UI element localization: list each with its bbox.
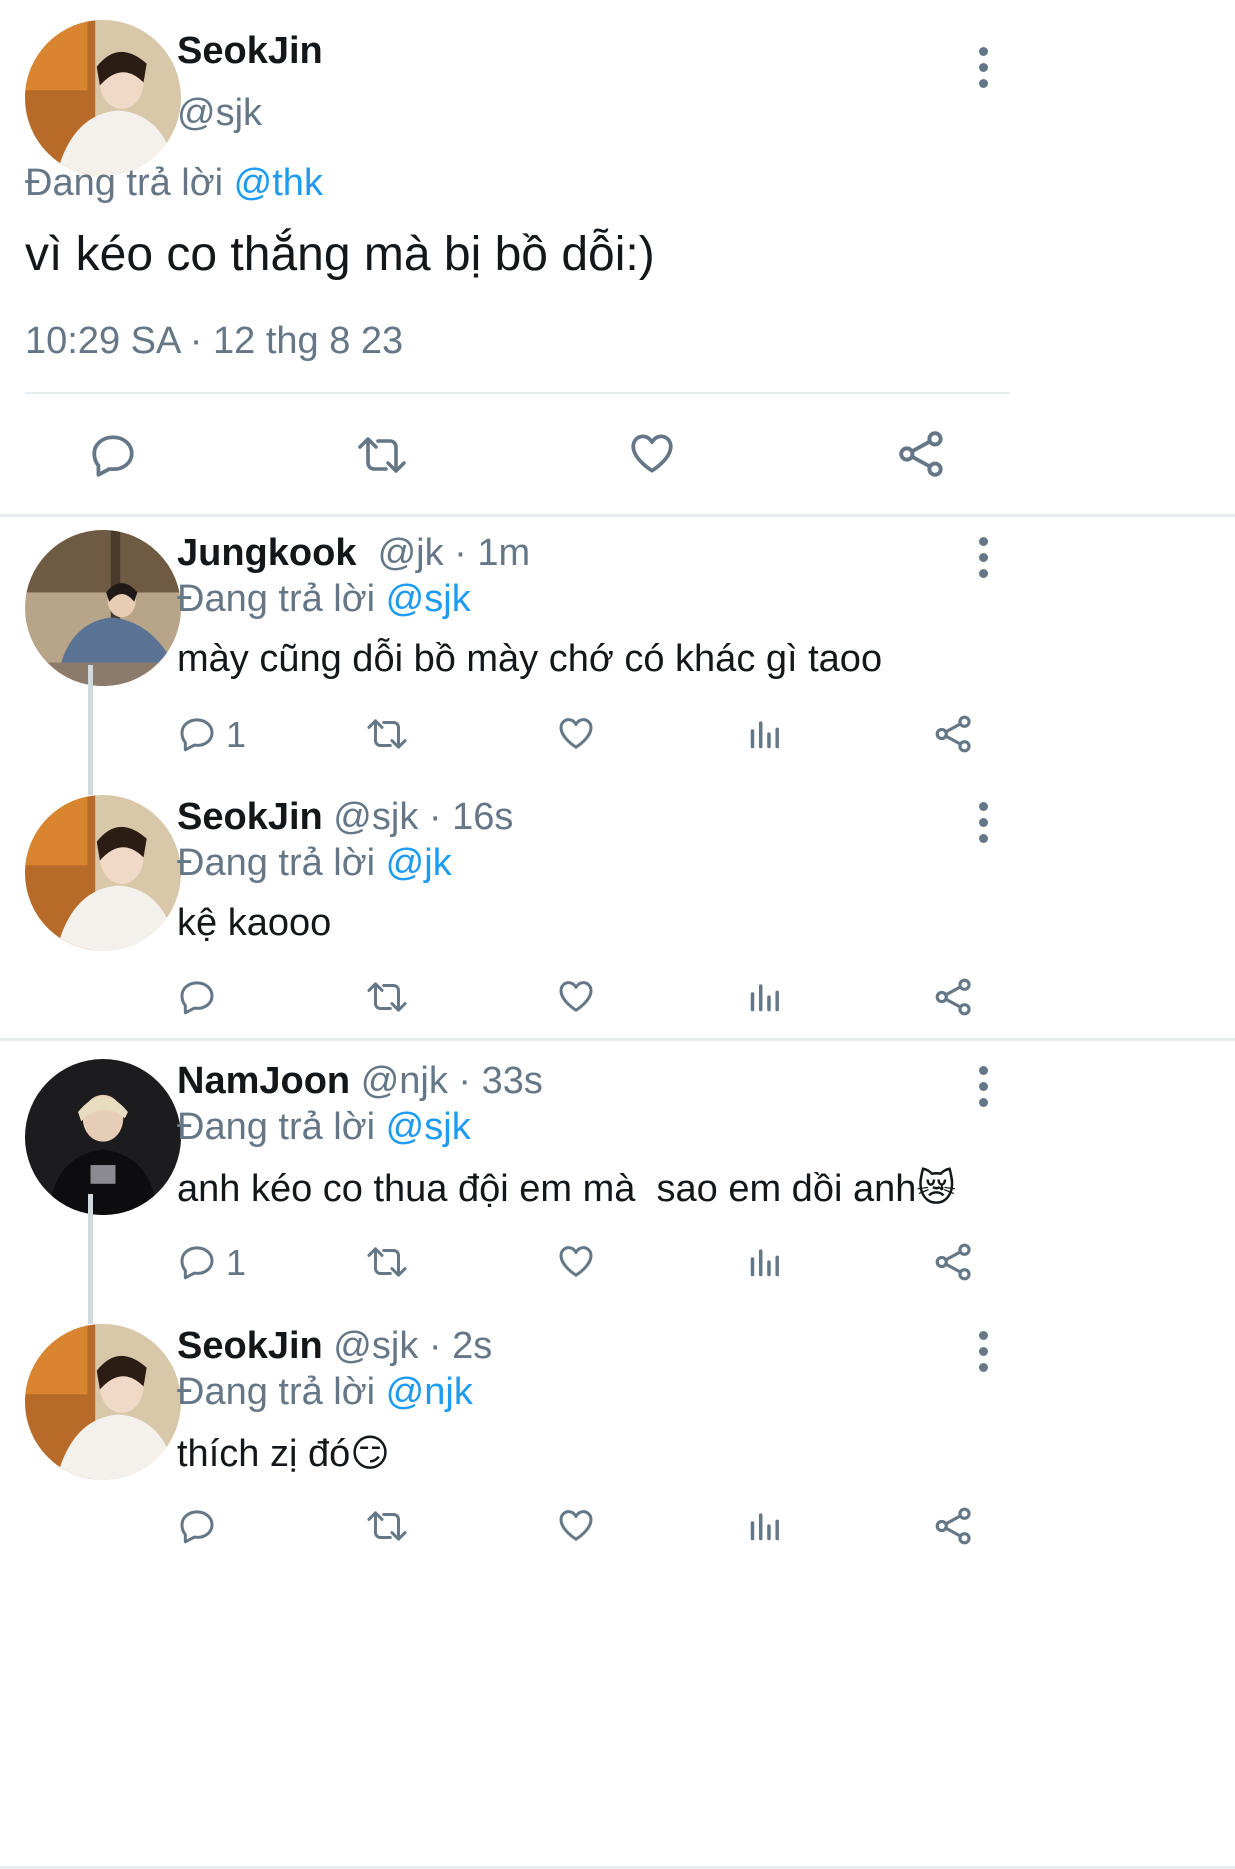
replying-to-handle[interactable]: @jk xyxy=(386,842,452,884)
smirk-emoji: 😏 xyxy=(350,1433,390,1475)
retweet-icon[interactable] xyxy=(364,977,410,1017)
like-icon[interactable] xyxy=(626,428,678,478)
reply-header: SeokJin @sjk · 16s xyxy=(177,796,513,839)
reply-count: 1 xyxy=(226,714,247,755)
author-meta[interactable]: @sjk · 2s xyxy=(333,1325,492,1367)
section-divider xyxy=(0,514,1235,517)
reply-header: NamJoon @njk · 33s xyxy=(177,1060,543,1103)
tweet-text: mày cũng dỗi bồ mày chớ có khác gì taoo xyxy=(177,638,883,680)
replying-to: Đang trả lời @thk xyxy=(25,162,323,205)
avatar[interactable] xyxy=(25,795,181,951)
replying-to-handle[interactable]: @sjk xyxy=(386,1106,471,1148)
replying-to-label: Đang trả lời xyxy=(177,1106,376,1148)
divider xyxy=(25,392,1010,394)
author-name[interactable]: NamJoon xyxy=(177,1060,350,1102)
tweet-text: kệ kaooo xyxy=(177,902,332,944)
more-options-icon[interactable] xyxy=(976,1331,990,1372)
tweet-text-content: anh kéo co thua đội em mà sao em dồi anh xyxy=(177,1168,917,1210)
views-icon[interactable] xyxy=(746,1506,784,1546)
author-name[interactable]: SeokJin xyxy=(177,1325,323,1367)
reply-icon[interactable] xyxy=(177,1506,217,1546)
replying-to-label: Đang trả lời xyxy=(177,842,376,884)
views-icon[interactable] xyxy=(746,714,784,754)
reply-icon[interactable] xyxy=(177,1242,217,1282)
author-name[interactable]: Jungkook xyxy=(177,532,356,574)
reply-icon[interactable] xyxy=(88,430,138,480)
retweet-icon[interactable] xyxy=(364,1242,410,1282)
tweet-text-content: thích zị đó xyxy=(177,1433,351,1475)
reply-icon[interactable] xyxy=(177,714,217,754)
reply-count: 1 xyxy=(226,1242,247,1283)
replying-to-handle[interactable]: @sjk xyxy=(386,578,471,620)
tweet-timestamp[interactable]: 10:29 SA · 12 thg 8 23 xyxy=(25,320,403,363)
author-handle[interactable]: @sjk xyxy=(177,92,262,135)
author-name[interactable]: SeokJin xyxy=(177,30,323,73)
replying-to: Đang trả lời @sjk xyxy=(177,1106,471,1149)
tweet-text: thích zị đó😏 xyxy=(177,1431,390,1476)
avatar[interactable] xyxy=(25,1059,181,1215)
crying-cat-emoji: 😿 xyxy=(916,1168,956,1210)
replying-to-handle[interactable]: @thk xyxy=(234,162,323,204)
avatar[interactable] xyxy=(25,1324,181,1480)
share-icon[interactable] xyxy=(933,1241,975,1283)
share-icon[interactable] xyxy=(896,428,948,480)
replying-to: Đang trả lời @sjk xyxy=(177,578,471,621)
author-meta[interactable]: @njk · 33s xyxy=(361,1060,543,1102)
like-icon[interactable] xyxy=(555,1505,597,1545)
replying-to-handle[interactable]: @njk xyxy=(386,1371,473,1413)
more-options-icon[interactable] xyxy=(976,802,990,843)
more-options-icon[interactable] xyxy=(976,1066,990,1107)
retweet-icon[interactable] xyxy=(364,714,410,754)
like-icon[interactable] xyxy=(555,1241,597,1281)
author-name[interactable]: SeokJin xyxy=(177,796,323,838)
thread-line xyxy=(88,665,93,795)
views-icon[interactable] xyxy=(746,1242,784,1282)
more-options-icon[interactable] xyxy=(976,47,990,88)
tweet-text: vì kéo co thắng mà bị bồ dỗi:) xyxy=(25,228,655,281)
more-options-icon[interactable] xyxy=(976,537,990,578)
replying-to: Đang trả lời @njk xyxy=(177,1371,473,1414)
share-icon[interactable] xyxy=(933,713,975,755)
replying-to-label: Đang trả lời xyxy=(177,1371,376,1413)
share-icon[interactable] xyxy=(933,1505,975,1547)
replying-to-label: Đang trả lời xyxy=(177,578,376,620)
retweet-icon[interactable] xyxy=(354,430,410,480)
replying-to: Đang trả lời @jk xyxy=(177,842,452,885)
section-divider xyxy=(0,1038,1235,1041)
reply-header: SeokJin @sjk · 2s xyxy=(177,1325,492,1368)
reply-icon[interactable] xyxy=(177,977,217,1017)
avatar[interactable] xyxy=(25,20,181,176)
tweet-text: anh kéo co thua đội em mà sao em dồi anh… xyxy=(177,1166,956,1211)
reply-header: Jungkook @jk · 1m xyxy=(177,532,530,575)
author-meta[interactable]: @sjk · 16s xyxy=(333,796,513,838)
replying-to-label: Đang trả lời xyxy=(25,162,224,204)
avatar[interactable] xyxy=(25,530,181,686)
retweet-icon[interactable] xyxy=(364,1506,410,1546)
thread-line xyxy=(88,1194,93,1324)
like-icon[interactable] xyxy=(555,713,597,753)
author-meta[interactable]: @jk · 1m xyxy=(378,532,531,574)
share-icon[interactable] xyxy=(933,976,975,1018)
views-icon[interactable] xyxy=(746,977,784,1017)
like-icon[interactable] xyxy=(555,976,597,1016)
